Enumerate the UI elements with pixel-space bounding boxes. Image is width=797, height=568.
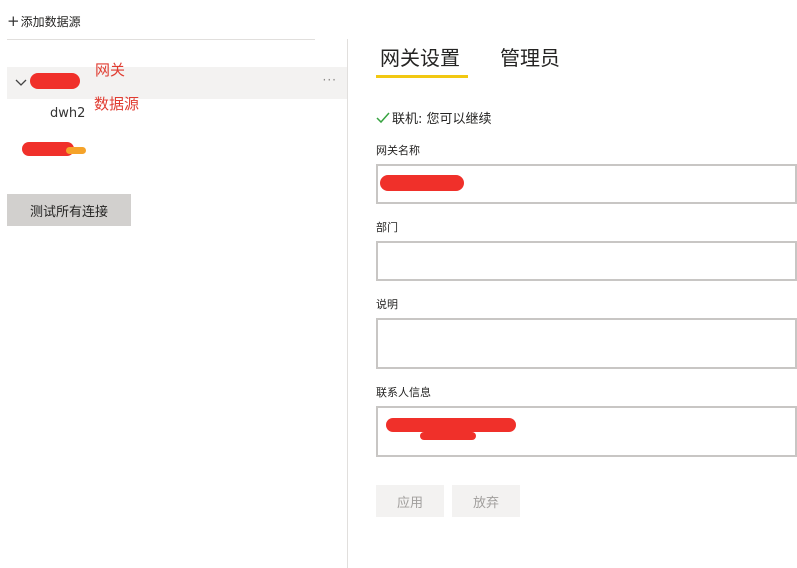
apply-button[interactable]: 应用 <box>376 485 444 517</box>
gateway-settings-page: + 添加数据源 ··· 网关 数据源 dwh2 测试所有连接 网关设置 管理员 … <box>0 0 797 568</box>
description-field[interactable] <box>376 318 797 369</box>
test-all-connections-button[interactable]: 测试所有连接 <box>7 194 131 226</box>
discard-button[interactable]: 放弃 <box>452 485 520 517</box>
redacted-contact-value <box>386 418 516 432</box>
active-tab-indicator <box>376 75 468 78</box>
datasource-item-dwh2[interactable]: dwh2 <box>50 106 85 121</box>
redacted-gateway-name <box>30 73 80 89</box>
panel-divider <box>347 39 348 568</box>
annotation-gateway: 网关 <box>95 61 126 79</box>
chevron-down-icon[interactable] <box>15 76 27 88</box>
tab-gateway-settings[interactable]: 网关设置 <box>380 42 460 71</box>
add-data-source-button[interactable]: + 添加数据源 <box>7 13 81 30</box>
redacted-contact-value-tail <box>420 432 476 440</box>
check-icon <box>376 112 390 123</box>
contact-info-label: 联系人信息 <box>376 386 431 399</box>
plus-icon: + <box>7 12 20 30</box>
tab-administrators[interactable]: 管理员 <box>500 42 560 71</box>
department-label: 部门 <box>376 221 398 234</box>
add-data-source-label: 添加数据源 <box>20 15 81 29</box>
redacted-datasource-name-tail <box>66 147 86 154</box>
gateway-name-label: 网关名称 <box>376 144 420 157</box>
status-text: 联机: 您可以继续 <box>392 112 492 127</box>
description-label: 说明 <box>376 298 398 311</box>
more-icon[interactable]: ··· <box>323 73 337 87</box>
redacted-gateway-name-value <box>380 175 464 191</box>
department-field[interactable] <box>376 241 797 281</box>
status-online: 联机: 您可以继续 <box>376 108 492 127</box>
left-divider <box>7 39 315 40</box>
annotation-datasource: 数据源 <box>94 95 140 113</box>
